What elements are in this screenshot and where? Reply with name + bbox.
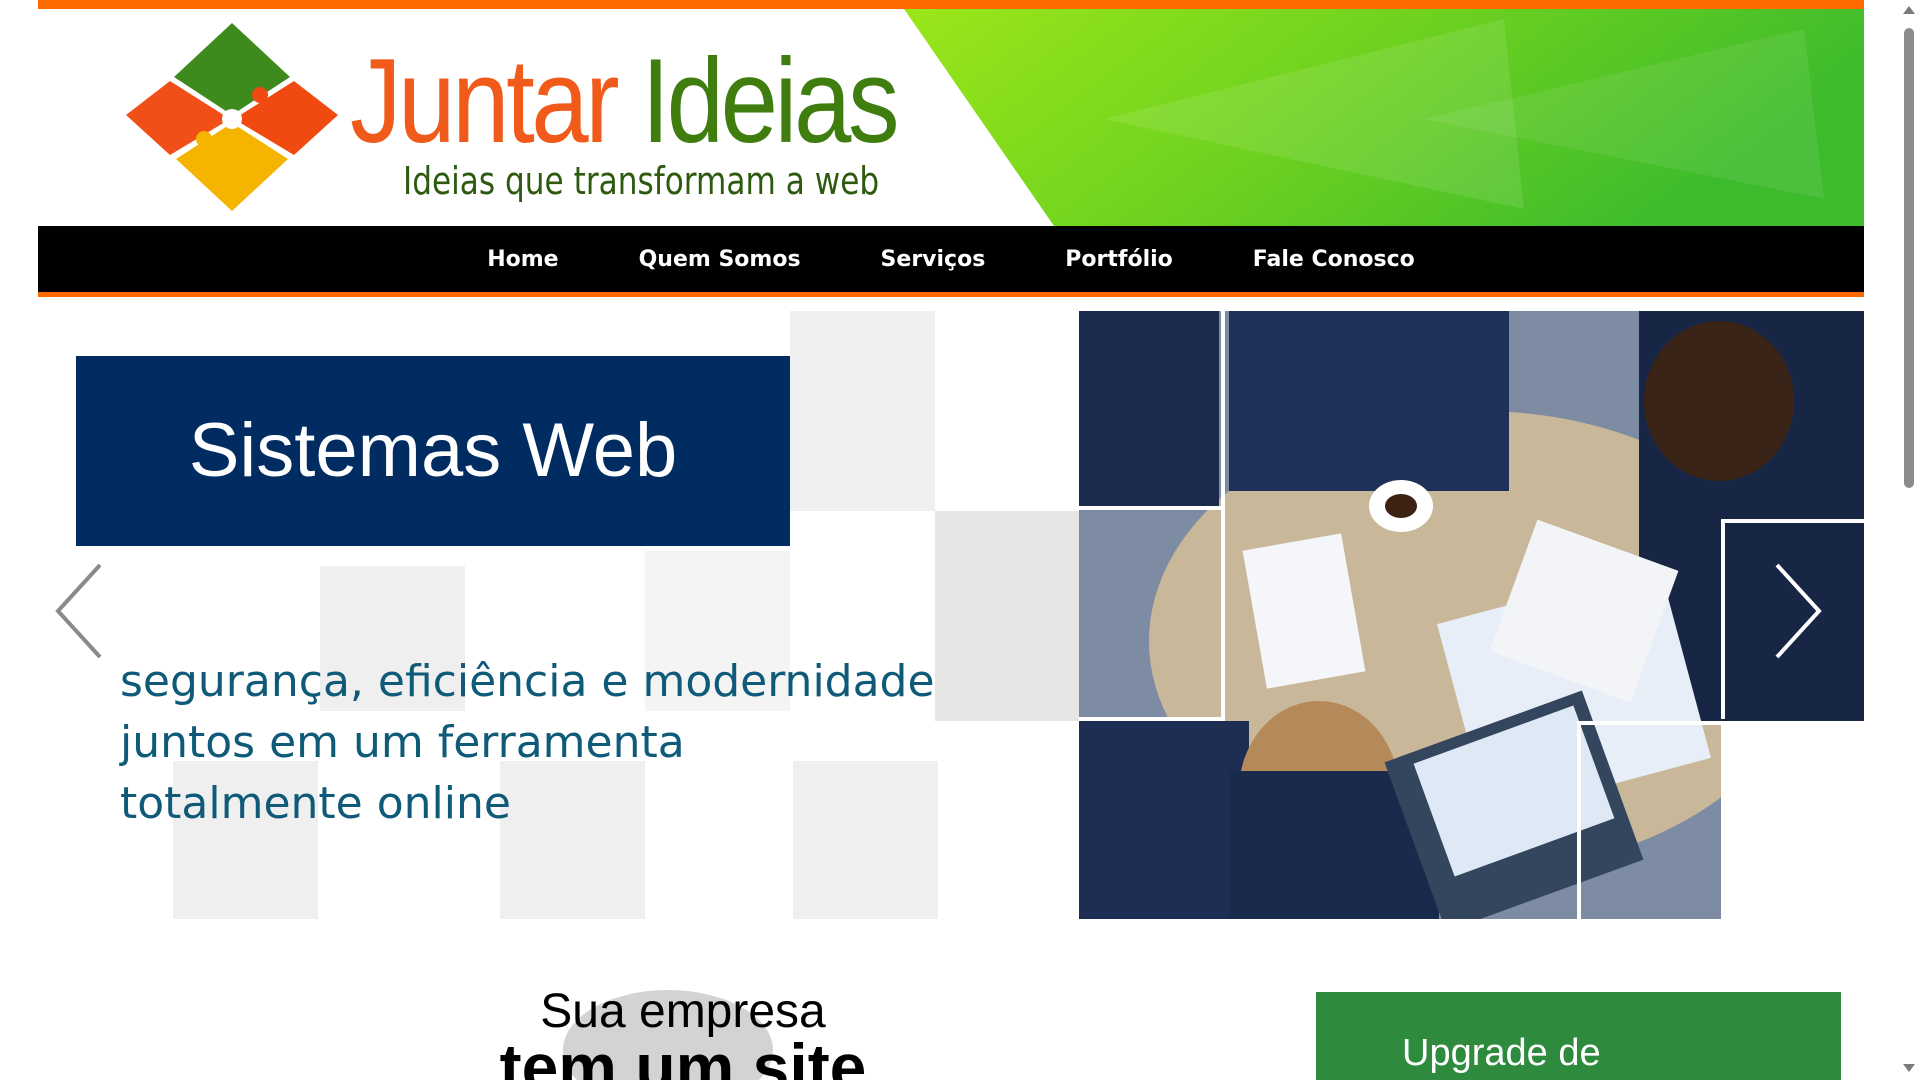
slide-copy-line: totalmente online: [120, 778, 511, 829]
nav-item-home[interactable]: Home: [487, 247, 558, 272]
slide-title-box: Sistemas Web: [76, 356, 790, 546]
scroll-thumb[interactable]: [1904, 28, 1914, 488]
nav-item-servicos[interactable]: Serviços: [881, 247, 986, 272]
upgrade-text: Upgrade de: [1402, 1032, 1601, 1074]
vertical-scrollbar[interactable]: [1899, 0, 1920, 1080]
chevron-right-icon[interactable]: [1765, 561, 1825, 661]
logo-word-ideias: Ideias: [641, 34, 899, 168]
logo-title[interactable]: Juntar Ideias: [350, 41, 900, 161]
business-meeting-photo: [1079, 311, 1864, 919]
chevron-left-icon[interactable]: [52, 561, 112, 661]
promo-line-2: tem um site: [499, 1030, 867, 1080]
slide-copy: segurança, eficiência e modernidade junt…: [120, 651, 935, 834]
decor-square: [790, 311, 935, 511]
upgrade-banner[interactable]: Upgrade de: [1316, 992, 1841, 1080]
content-section: Sua empresa tem um site Upgrade de: [38, 919, 1864, 1080]
puzzle-icon[interactable]: [122, 15, 342, 215]
main-nav: Home Quem Somos Serviços Portfólio Fale …: [38, 226, 1864, 297]
page: Juntar Ideias Ideias que transformam a w…: [38, 0, 1864, 1080]
hero-slider: Sistemas Web segurança, eficiência e mod…: [38, 311, 1864, 919]
logo-tagline: Ideias que transformam a web: [403, 159, 880, 203]
slide-title: Sistemas Web: [188, 408, 678, 493]
slide-copy-line: segurança, eficiência e modernidade: [120, 656, 935, 707]
nav-item-quem-somos[interactable]: Quem Somos: [639, 247, 801, 272]
logo-word-juntar: Juntar: [350, 34, 620, 168]
promo-block[interactable]: Sua empresa tem um site: [463, 984, 903, 1080]
nav-item-fale-conosco[interactable]: Fale Conosco: [1253, 247, 1415, 272]
scroll-down-arrow-icon[interactable]: [1903, 1064, 1915, 1072]
slide-copy-line: juntos em um ferramenta: [120, 717, 685, 768]
site-header: Juntar Ideias Ideias que transformam a w…: [38, 0, 1864, 226]
nav-item-portfolio[interactable]: Portfólio: [1065, 247, 1173, 272]
decor-square: [935, 511, 1080, 721]
scroll-up-arrow-icon[interactable]: [1903, 6, 1915, 14]
header-green-banner: [904, 9, 1864, 226]
